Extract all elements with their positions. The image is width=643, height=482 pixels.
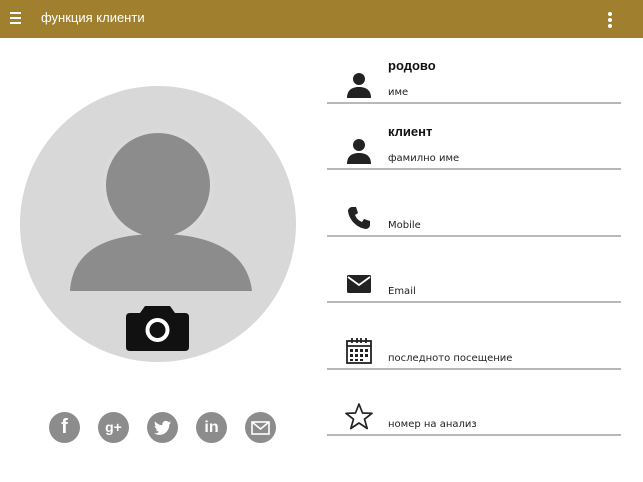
first-name-value: родово [388, 58, 436, 73]
last-visit-field[interactable]: последното посещение [327, 328, 621, 370]
page-title: функция клиенти [41, 10, 145, 25]
linkedin-button[interactable]: in [196, 412, 227, 443]
first-name-field[interactable]: родово име [327, 58, 621, 104]
email-button[interactable] [245, 412, 276, 443]
camera-icon[interactable] [125, 304, 190, 352]
email-label: Email [388, 286, 416, 297]
hamburger-icon[interactable] [10, 11, 26, 25]
twitter-icon [153, 420, 171, 435]
app-bar: функция клиенти [0, 0, 643, 38]
facebook-button[interactable]: f [49, 412, 80, 443]
last-name-value: клиент [388, 124, 433, 139]
email-field[interactable]: Email [327, 261, 621, 303]
linkedin-icon: in [204, 419, 219, 436]
google-plus-icon: g+ [105, 419, 122, 435]
calendar-icon [346, 338, 372, 364]
twitter-button[interactable] [147, 412, 178, 443]
phone-icon [348, 207, 370, 229]
mobile-label: Mobile [388, 220, 421, 231]
envelope-icon [251, 421, 270, 435]
facebook-icon: f [61, 416, 68, 438]
mobile-field[interactable]: Mobile [327, 195, 621, 237]
last-visit-label: последното посещение [388, 353, 513, 364]
google-plus-button[interactable]: g+ [98, 412, 129, 443]
analysis-number-label: номер на анализ [388, 419, 477, 430]
star-outline-icon [345, 403, 373, 430]
person-icon [347, 73, 371, 98]
analysis-number-field[interactable]: номер на анализ [327, 394, 621, 436]
person-icon [347, 139, 371, 164]
last-name-field[interactable]: клиент фамилно име [327, 124, 621, 170]
mail-icon [347, 275, 371, 293]
first-name-label: име [388, 87, 409, 98]
last-name-label: фамилно име [388, 153, 460, 164]
overflow-menu-icon[interactable] [603, 9, 617, 31]
